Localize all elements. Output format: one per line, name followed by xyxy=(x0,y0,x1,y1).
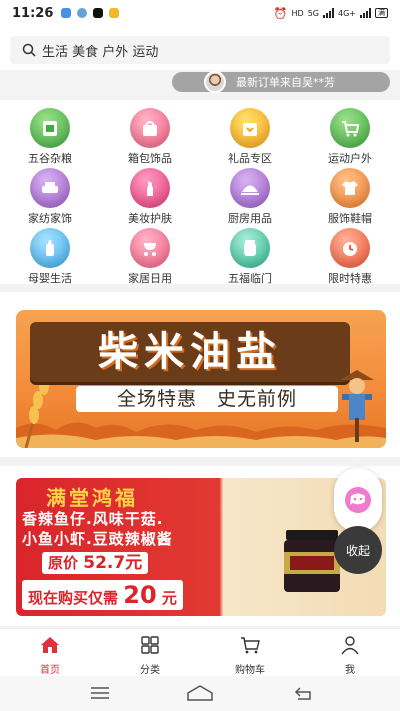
signal-icon xyxy=(360,8,371,18)
original-price: 原价 52.7元 xyxy=(42,552,149,574)
alarm-clock-icon xyxy=(330,228,370,268)
shopping-cart-icon xyxy=(241,637,260,654)
tab-category[interactable]: 分类 xyxy=(120,635,180,676)
network-label-4g: 4G+ xyxy=(338,8,356,18)
tab-home[interactable]: 首页 xyxy=(20,635,80,676)
original-price-value: 52.7元 xyxy=(83,553,143,573)
battery-icon: 满 xyxy=(375,8,388,18)
sale-price: 现在购买仅需 20 元 xyxy=(22,580,183,610)
category-label: 运动户外 xyxy=(328,152,372,165)
banner-title: 满堂鸿福 xyxy=(46,486,138,510)
order-ticker: 最新订单来自吴**芳 xyxy=(172,71,390,93)
category-item[interactable]: 美妆护肤 xyxy=(110,168,190,226)
lipstick-icon xyxy=(130,168,170,208)
category-item[interactable]: 服饰鞋帽 xyxy=(310,168,390,226)
category-label: 美妆护肤 xyxy=(128,212,172,225)
product-jar-image xyxy=(284,530,340,592)
category-item[interactable]: 母婴生活 xyxy=(10,228,90,286)
category-label: 限时特惠 xyxy=(328,272,372,285)
hd-label: HD xyxy=(291,8,304,18)
search-icon xyxy=(22,43,36,57)
tab-cart[interactable]: 购物车 xyxy=(220,635,280,676)
original-price-label: 原价 xyxy=(48,554,79,572)
cart-icon xyxy=(330,108,370,148)
category-item[interactable]: 五谷杂粮 xyxy=(10,108,90,166)
app-notification-icon xyxy=(77,8,88,18)
category-label: 服饰鞋帽 xyxy=(328,212,372,225)
jar-icon xyxy=(230,228,270,268)
bottom-nav: 首页 分类 购物车 我 xyxy=(0,628,400,676)
category-item[interactable]: 家纺家饰 xyxy=(10,168,90,226)
tab-me[interactable]: 我 xyxy=(320,635,380,676)
category-item[interactable]: 五福临门 xyxy=(210,228,290,286)
status-indicators: ⏰ HD 5G 4G+ 满 xyxy=(274,7,388,20)
network-label-5g: 5G xyxy=(307,8,319,18)
banner-subtitle: 全场特惠 史无前例 xyxy=(76,386,338,412)
sale-price-value: 20 xyxy=(123,581,157,609)
home-button-icon[interactable] xyxy=(186,684,214,702)
order-ticker-text: 最新订单来自吴**芳 xyxy=(236,76,335,89)
category-item[interactable]: 箱包饰品 xyxy=(110,108,190,166)
category-grid-icon xyxy=(141,636,159,654)
search-bar: 生活 美食 户外 运动 xyxy=(0,26,400,70)
handbag-icon xyxy=(130,108,170,148)
scarecrow-icon xyxy=(340,370,374,442)
category-label: 母婴生活 xyxy=(28,272,72,285)
status-bar: 11:26 ⏰ HD 5G 4G+ 满 xyxy=(0,0,400,26)
category-label: 厨房用品 xyxy=(228,212,272,225)
gift-box-icon xyxy=(230,108,270,148)
sale-price-label: 现在购买仅需 xyxy=(28,589,119,607)
user-icon xyxy=(341,636,359,655)
back-icon[interactable] xyxy=(292,684,314,702)
category-item[interactable]: 家居日用 xyxy=(110,228,190,286)
category-item[interactable]: 厨房用品 xyxy=(210,168,290,226)
chat-icon xyxy=(345,487,371,513)
system-nav-bar xyxy=(0,676,400,711)
signal-icon xyxy=(323,8,334,18)
cloche-icon xyxy=(230,168,270,208)
category-label: 家居日用 xyxy=(128,272,172,285)
search-input[interactable]: 生活 美食 户外 运动 xyxy=(10,36,390,64)
app-notification-icon xyxy=(109,8,120,18)
banner-title: 柴米油盐 xyxy=(98,329,282,375)
banner-line-2: 小鱼小虾.豆豉辣椒酱 xyxy=(22,530,173,548)
category-label: 五福临门 xyxy=(228,272,272,285)
app-notification-icon xyxy=(61,8,72,18)
shirt-icon xyxy=(330,168,370,208)
home-icon xyxy=(41,637,59,653)
sofa-icon xyxy=(30,168,70,208)
avatar xyxy=(204,71,226,93)
tiktok-icon xyxy=(93,8,104,18)
promo-banner-sauce[interactable]: 满堂鸿福 香辣鱼仔.风味干菇. 小鱼小虾.豆豉辣椒酱 原价 52.7元 现在购买… xyxy=(16,478,386,616)
grain-bag-icon xyxy=(30,108,70,148)
alarm-icon: ⏰ xyxy=(273,6,288,20)
category-item[interactable]: 运动户外 xyxy=(310,108,390,166)
category-item[interactable]: 限时特惠 xyxy=(310,228,390,286)
promo-banner-groceries[interactable]: 柴米油盐 全场特惠 史无前例 xyxy=(16,310,386,448)
sale-price-unit: 元 xyxy=(161,589,177,607)
collapse-button[interactable]: 收起 xyxy=(334,526,382,574)
tab-label: 分类 xyxy=(140,665,160,676)
category-label: 箱包饰品 xyxy=(128,152,172,165)
customer-service-button[interactable] xyxy=(334,468,382,532)
tab-label: 购物车 xyxy=(235,665,265,676)
menu-icon[interactable] xyxy=(90,686,110,700)
category-label: 五谷杂粮 xyxy=(28,152,72,165)
stroller-icon xyxy=(130,228,170,268)
category-item[interactable]: 礼品专区 xyxy=(210,108,290,166)
tab-label: 我 xyxy=(345,665,355,676)
category-label: 家纺家饰 xyxy=(28,212,72,225)
promo-section-1: 柴米油盐 全场特惠 史无前例 xyxy=(0,292,400,457)
wheat-field-decoration xyxy=(16,422,386,448)
tab-label: 首页 xyxy=(40,665,60,676)
category-grid: 五谷杂粮 箱包饰品 礼品专区 运动户外 家纺家饰 美妆护肤 厨房用品 服饰鞋帽 … xyxy=(0,100,400,286)
category-label: 礼品专区 xyxy=(228,152,272,165)
baby-bottle-icon xyxy=(30,228,70,268)
search-placeholder: 生活 美食 户外 运动 xyxy=(42,44,159,60)
status-time: 11:26 xyxy=(12,5,54,21)
banner-line-1: 香辣鱼仔.风味干菇. xyxy=(22,510,164,528)
banner-title-plate: 柴米油盐 xyxy=(30,322,350,382)
